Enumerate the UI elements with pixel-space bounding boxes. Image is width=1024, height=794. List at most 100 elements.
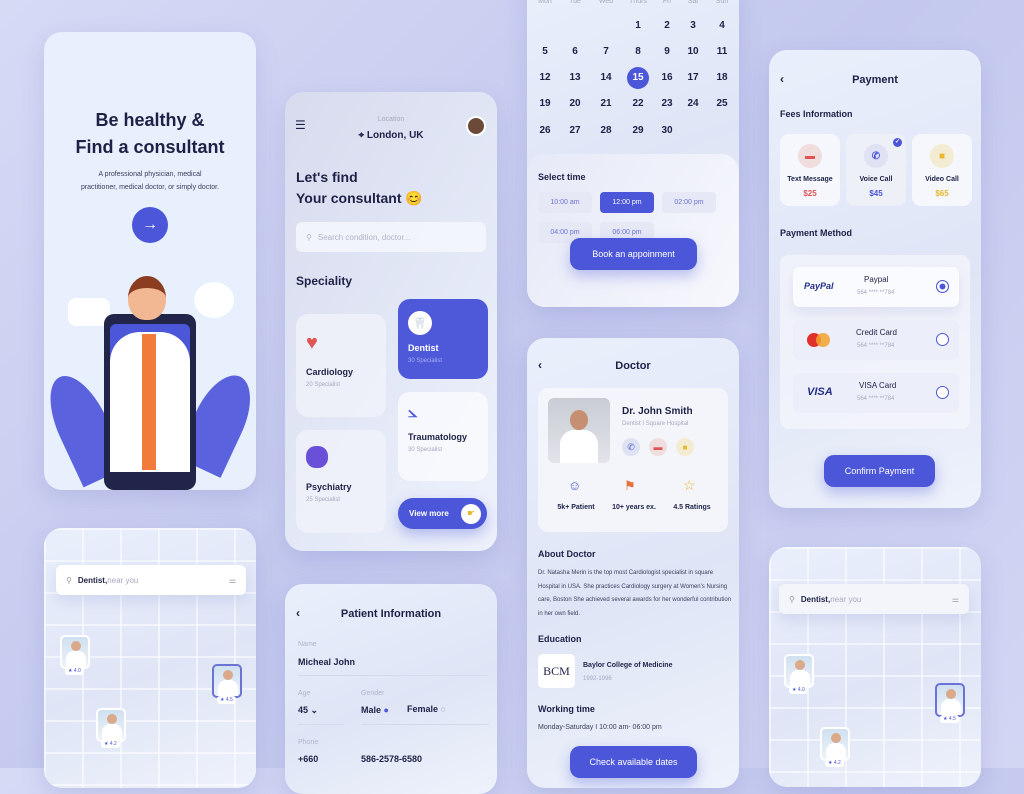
home-screen: ☰ Location ⌖ London, UK Let's find Your … (285, 92, 497, 551)
call-button[interactable]: ✆ (622, 438, 640, 456)
doctor-pin-selected[interactable]: ★ 4.5 (212, 664, 242, 704)
calendar-day[interactable]: 19 (534, 93, 556, 115)
phone-field[interactable]: 586-2578-6580 (361, 754, 422, 764)
gender-female-radio[interactable]: Female ○ (407, 704, 446, 714)
calendar-day[interactable]: 13 (564, 67, 586, 89)
location-label: Location (377, 116, 405, 123)
calendar-day[interactable]: 28 (595, 119, 617, 141)
doctor-screen: ‹ Doctor Dr. John Smith Dentist I Square… (527, 338, 739, 788)
doctor-pin[interactable]: ★ 4.2 (820, 727, 850, 767)
payment-paypal[interactable]: PayPal Paypal 564 **** **784 (793, 267, 959, 307)
phone-code-field[interactable]: +660 (298, 754, 318, 764)
location-selector[interactable]: ⌖ London, UK (285, 130, 497, 141)
doctor-pin[interactable]: ★ 4.0 (60, 635, 90, 675)
time-slot[interactable]: 10:00 am (538, 192, 592, 213)
speciality-dentist[interactable]: 🦷 Dentist 30 Specialist (398, 299, 488, 379)
check-badge-icon: ✓ (893, 138, 902, 147)
map-search-input[interactable]: ⚲ Dentist, near you ⚌ (56, 565, 246, 595)
confirm-payment-button[interactable]: Confirm Payment (824, 455, 935, 487)
calendar-day[interactable]: 1 (627, 14, 649, 36)
age-dropdown[interactable]: 45 ⌄ (298, 705, 318, 716)
calendar-day[interactable]: 14 (595, 67, 617, 89)
calendar-day[interactable]: 8 (627, 40, 649, 62)
weekday-label: Thurs (629, 0, 647, 5)
payment-screen: ‹ Payment Fees Information ▬ Text Message… (769, 50, 981, 508)
search-input[interactable]: ⚲ Search condition, doctor... (296, 222, 486, 252)
book-appointment-button[interactable]: Book an appoinment (570, 238, 697, 270)
search-icon: ⚲ (789, 594, 795, 604)
patient-info-screen: ‹ Patient Information Name Micheal John … (285, 584, 497, 794)
filter-icon[interactable]: ⚌ (952, 595, 959, 604)
map-search-input[interactable]: ⚲ Dentist, near you ⚌ (779, 584, 969, 614)
calendar-day[interactable]: 30 (656, 119, 678, 141)
fee-voice-call[interactable]: ✆ Voice Call $45 ✓ (846, 134, 906, 206)
heart-icon (194, 282, 234, 318)
doctor-pin-selected[interactable]: ★ 4.5 (935, 683, 965, 723)
calendar-day-selected[interactable]: 15 (627, 66, 649, 89)
filter-icon[interactable]: ⚌ (229, 576, 236, 585)
next-button[interactable]: → (132, 207, 168, 243)
fee-text-message[interactable]: ▬ Text Message $25 (780, 134, 840, 206)
calendar-day[interactable]: 23 (656, 93, 678, 115)
calendar-day[interactable]: 12 (534, 67, 556, 89)
phone-label: Phone (298, 739, 319, 746)
doctor-profile-card: Dr. John Smith Dentist I Square Hospital… (538, 388, 728, 532)
speciality-title: Speciality (296, 274, 353, 288)
user-avatar[interactable] (466, 116, 486, 136)
calendar-day[interactable]: 22 (627, 93, 649, 115)
calendar-day[interactable]: 18 (711, 67, 733, 89)
star-icon: ☆ (683, 477, 696, 493)
stat-ratings: 4.5 Ratings (673, 504, 711, 511)
phone-icon: ✆ (864, 144, 888, 168)
calendar-day[interactable]: 29 (627, 119, 649, 141)
calendar-day[interactable]: 25 (711, 93, 733, 115)
calendar-day[interactable]: 17 (682, 67, 704, 89)
onboarding-subtitle: A professional physician, medical practi… (80, 171, 220, 191)
calendar-day[interactable]: 6 (564, 40, 586, 62)
calendar-day[interactable]: 20 (564, 93, 586, 115)
speciality-traumatology[interactable]: ⦣ Traumatology 30 Specialist (398, 392, 488, 481)
message-button[interactable]: ▬ (649, 438, 667, 456)
tooth-icon: 🦷 (408, 311, 432, 335)
message-icon: ▬ (798, 144, 822, 168)
search-icon: ⚲ (66, 575, 72, 585)
name-field[interactable]: Micheal John (298, 657, 355, 667)
calendar-day[interactable]: 4 (711, 14, 733, 36)
education-title: Education (538, 634, 582, 644)
map-screen: ⚲ Dentist, near you ⚌ ★ 4.0 ★ 4.5 ★ 4.2 (44, 528, 256, 788)
doctor-photo (548, 398, 610, 463)
calendar-day[interactable]: 16 (656, 67, 678, 89)
age-label: Age (298, 690, 311, 697)
time-slot[interactable]: 02:00 pm (662, 192, 716, 213)
calendar-day[interactable]: 11 (711, 40, 733, 62)
calendar-day[interactable]: 24 (682, 93, 704, 115)
calendar-day[interactable]: 5 (534, 40, 556, 62)
calendar-day[interactable]: 7 (595, 40, 617, 62)
calendar-day[interactable]: 2 (656, 14, 678, 36)
speciality-psychiatry[interactable]: Psychiatry 25 Specialist (296, 430, 386, 533)
speciality-cardiology[interactable]: ♥ Cardiology 20 Specialist (296, 314, 386, 417)
view-more-button[interactable]: View more ☛ (398, 498, 487, 529)
calendar-day[interactable]: 21 (595, 93, 617, 115)
calendar-day[interactable]: 27 (564, 119, 586, 141)
calendar-day[interactable]: 3 (682, 14, 704, 36)
calendar-day[interactable]: 26 (534, 119, 556, 141)
calendar-day[interactable]: 10 (682, 40, 704, 62)
payment-credit-card[interactable]: Credit Card 564 **** **784 (793, 320, 959, 360)
weekday-label: Wed (598, 0, 614, 5)
time-panel: Select time 10:00 am 12:00 pm 02:00 pm 04:0… (527, 154, 739, 307)
check-dates-button[interactable]: Check available dates (570, 746, 697, 778)
video-call-button[interactable]: ■ (676, 438, 694, 456)
gender-male-radio[interactable]: Male ● (361, 705, 389, 715)
calendar-screen: Mon Tue Wed Thurs Fri Sat Sun 1 2 3 4 5 6 7 8 9 10 11 12 13… (527, 0, 739, 307)
fee-video-call[interactable]: ■ Video Call $65 (912, 134, 972, 206)
payment-visa[interactable]: VISA VISA Card 564 **** **784 (793, 373, 959, 413)
calendar-day[interactable]: 9 (656, 40, 678, 62)
doctor-pin[interactable]: ★ 4.2 (96, 708, 126, 748)
doctor-title: Doctor (615, 360, 651, 372)
working-time: Monday-Saturday I 10:00 am- 06:00 pm (538, 724, 662, 731)
doctor-pin[interactable]: ★ 4.0 (784, 654, 814, 694)
map-screen-2: ⚲ Dentist, near you ⚌ ★ 4.0 ★ 4.5 ★ 4.2 (769, 547, 981, 787)
time-slot[interactable]: 12:00 pm (600, 192, 654, 213)
about-text: Dr. Natasha Merin is the top most Cardio… (538, 570, 732, 617)
